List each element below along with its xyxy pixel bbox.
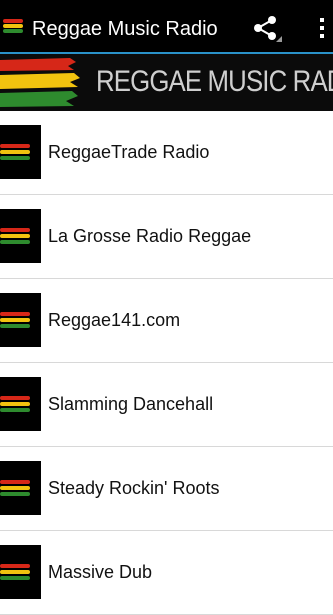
flag-icon <box>0 312 30 328</box>
station-item[interactable]: Steady Rockin' Roots <box>0 447 333 531</box>
station-item[interactable]: La Grosse Radio Reggae <box>0 195 333 279</box>
station-thumbnail <box>0 125 41 179</box>
share-icon[interactable] <box>252 14 282 42</box>
flag-icon <box>0 564 30 580</box>
app-title: Reggae Music Radio <box>32 18 218 40</box>
banner: REGGAE MUSIC RADIO <box>0 54 333 111</box>
flag-icon <box>0 144 30 160</box>
flag-icon <box>0 396 30 412</box>
station-thumbnail <box>0 545 41 599</box>
station-item[interactable]: Massive Dub <box>0 531 333 615</box>
station-name: Slamming Dancehall <box>48 394 214 414</box>
station-item[interactable]: Reggae141.com <box>0 279 333 363</box>
station-name: La Grosse Radio Reggae <box>48 226 252 246</box>
station-name: Steady Rockin' Roots <box>48 478 220 498</box>
action-bar: Reggae Music Radio <box>0 0 333 54</box>
station-list: ReggaeTrade Radio La Grosse Radio Reggae… <box>0 111 333 615</box>
overflow-menu-icon[interactable] <box>318 17 326 39</box>
flag-icon <box>0 480 30 496</box>
station-item[interactable]: ReggaeTrade Radio <box>0 111 333 195</box>
station-thumbnail <box>0 293 41 347</box>
station-name: ReggaeTrade Radio <box>48 142 210 162</box>
station-thumbnail <box>0 461 41 515</box>
station-thumbnail <box>0 377 41 431</box>
banner-title: REGGAE MUSIC RADIO <box>96 65 333 98</box>
station-thumbnail <box>0 209 41 263</box>
station-item[interactable]: Slamming Dancehall <box>0 363 333 447</box>
banner-flag-graphic <box>0 58 80 107</box>
station-name: Reggae141.com <box>48 310 181 330</box>
station-name: Massive Dub <box>48 562 153 582</box>
app-flag-icon[interactable] <box>3 19 23 33</box>
flag-icon <box>0 228 30 244</box>
